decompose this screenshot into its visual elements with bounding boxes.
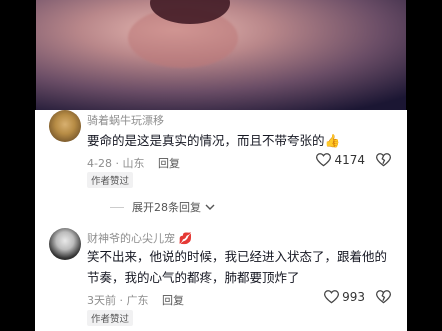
comment-time-location: 4-28 · 山东 <box>87 157 145 170</box>
divider-line <box>110 206 124 208</box>
comment-time-location: 3天前 · 广东 <box>87 294 149 307</box>
author-liked-badge: 作者赞过 <box>87 172 134 188</box>
comment-text: 笑不出来，他说的时候，我已经进入状态了，跟着他的节奏，我的心气的都疼，肺都要顶炸… <box>87 249 388 285</box>
heart-outline-icon <box>324 290 340 304</box>
chevron-down-icon <box>205 204 215 210</box>
expand-replies-label: 展开28条回复 <box>132 201 201 214</box>
kiss-emoji: 💋 <box>178 232 193 245</box>
avatar[interactable] <box>49 228 81 260</box>
heart-outline-icon <box>316 153 332 167</box>
reply-button[interactable]: 回复 <box>162 294 184 307</box>
like-button[interactable]: 4174 <box>316 153 365 167</box>
video-frame[interactable] <box>0 0 442 110</box>
broken-heart-icon <box>375 153 392 167</box>
comment-username-text: 财神爷的心尖儿宠 <box>87 232 175 245</box>
reply-button[interactable]: 回复 <box>158 157 180 170</box>
comment-text-content: 要命的是这是真实的情况，而且不带夸张的 <box>87 133 325 148</box>
comment-username[interactable]: 骑着蜗牛玩漂移 <box>87 112 164 128</box>
like-count: 993 <box>342 290 365 304</box>
author-liked-badge: 作者赞过 <box>87 310 134 326</box>
video-letterbox-right <box>406 0 442 110</box>
expand-replies-button[interactable]: 展开28条回复 <box>110 199 215 215</box>
like-button[interactable]: 993 <box>324 290 365 304</box>
broken-heart-icon <box>375 290 392 304</box>
avatar[interactable] <box>49 110 81 142</box>
comment-username[interactable]: 财神爷的心尖儿宠 💋 <box>87 230 192 246</box>
comment-meta: 3天前 · 广东 回复 <box>87 292 184 308</box>
thumbs-up-emoji: 👍 <box>324 133 341 148</box>
like-count: 4174 <box>334 153 365 167</box>
comment-text: 要命的是这是真实的情况，而且不带夸张的👍 <box>87 130 397 151</box>
video-letterbox-left <box>0 0 36 110</box>
dislike-button[interactable] <box>375 153 392 171</box>
comments-panel: 骑着蜗牛玩漂移 要命的是这是真实的情况，而且不带夸张的👍 4-28 · 山东 回… <box>35 110 407 331</box>
dislike-button[interactable] <box>375 290 392 308</box>
comment-meta: 4-28 · 山东 回复 <box>87 155 180 171</box>
